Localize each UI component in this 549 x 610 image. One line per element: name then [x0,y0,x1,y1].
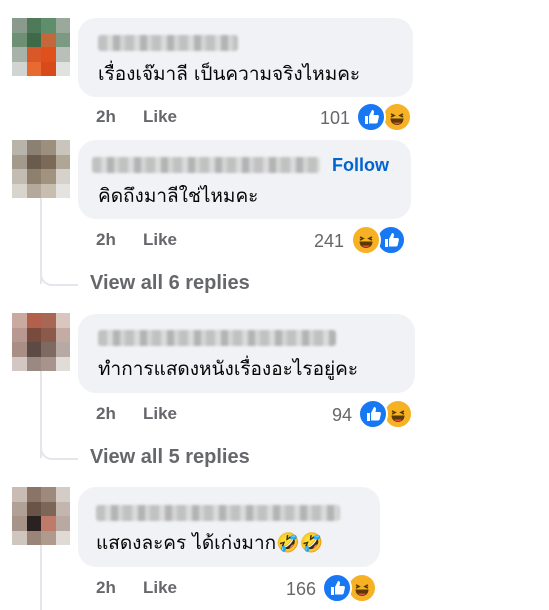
like-link[interactable]: Like [143,107,177,127]
reply-connector [40,262,78,286]
view-replies-link[interactable]: View all 5 replies [90,446,250,469]
comment-time[interactable]: 2h [96,230,116,250]
avatar[interactable] [12,487,70,545]
thread-line [40,542,42,610]
reaction-count[interactable]: 101 [320,108,350,129]
comment-time[interactable]: 2h [96,578,116,598]
like-link[interactable]: Like [143,230,177,250]
author-name-redacted[interactable] [96,505,340,521]
view-replies-link[interactable]: View all 6 replies [90,272,250,295]
comment-bubble: ทำการแสดงหนังเรื่องอะไรอยู่คะ [78,314,415,393]
thumbs-up-icon[interactable] [356,102,386,132]
author-name-redacted[interactable] [92,157,320,173]
like-link[interactable]: Like [143,578,177,598]
avatar[interactable] [12,313,70,371]
comment-text: แสดงละคร ได้เก่งมาก🤣🤣 [96,532,324,554]
laughing-face-icon[interactable] [351,225,381,255]
comment-text: ทำการแสดงหนังเรื่องอะไรอยู่คะ [98,358,359,380]
comment-text: เรื่องเจ๊มาลี เป็นความจริงไหมคะ [98,63,361,85]
author-name-redacted[interactable] [98,35,238,51]
comment-time[interactable]: 2h [96,107,116,127]
reaction-count[interactable]: 166 [286,579,316,600]
thumbs-up-icon[interactable] [358,399,388,429]
comment-bubble: แสดงละคร ได้เก่งมาก🤣🤣 [78,487,380,567]
author-name-redacted[interactable] [98,330,336,346]
like-link[interactable]: Like [143,404,177,424]
comment-text: คิดถึงมาลีใช่ไหมคะ [98,185,259,207]
thumbs-up-icon[interactable] [322,573,352,603]
comment-time[interactable]: 2h [96,404,116,424]
avatar[interactable] [12,18,70,76]
laughing-face-icon[interactable] [382,102,412,132]
reaction-count[interactable]: 241 [314,231,344,252]
reaction-count[interactable]: 94 [332,405,352,426]
comment-bubble: Follow คิดถึงมาลีใช่ไหมคะ [78,140,411,219]
avatar[interactable] [12,140,70,198]
follow-button[interactable]: Follow [332,155,389,176]
comment-bubble: เรื่องเจ๊มาลี เป็นความจริงไหมคะ [78,18,413,97]
reply-connector [40,436,78,460]
